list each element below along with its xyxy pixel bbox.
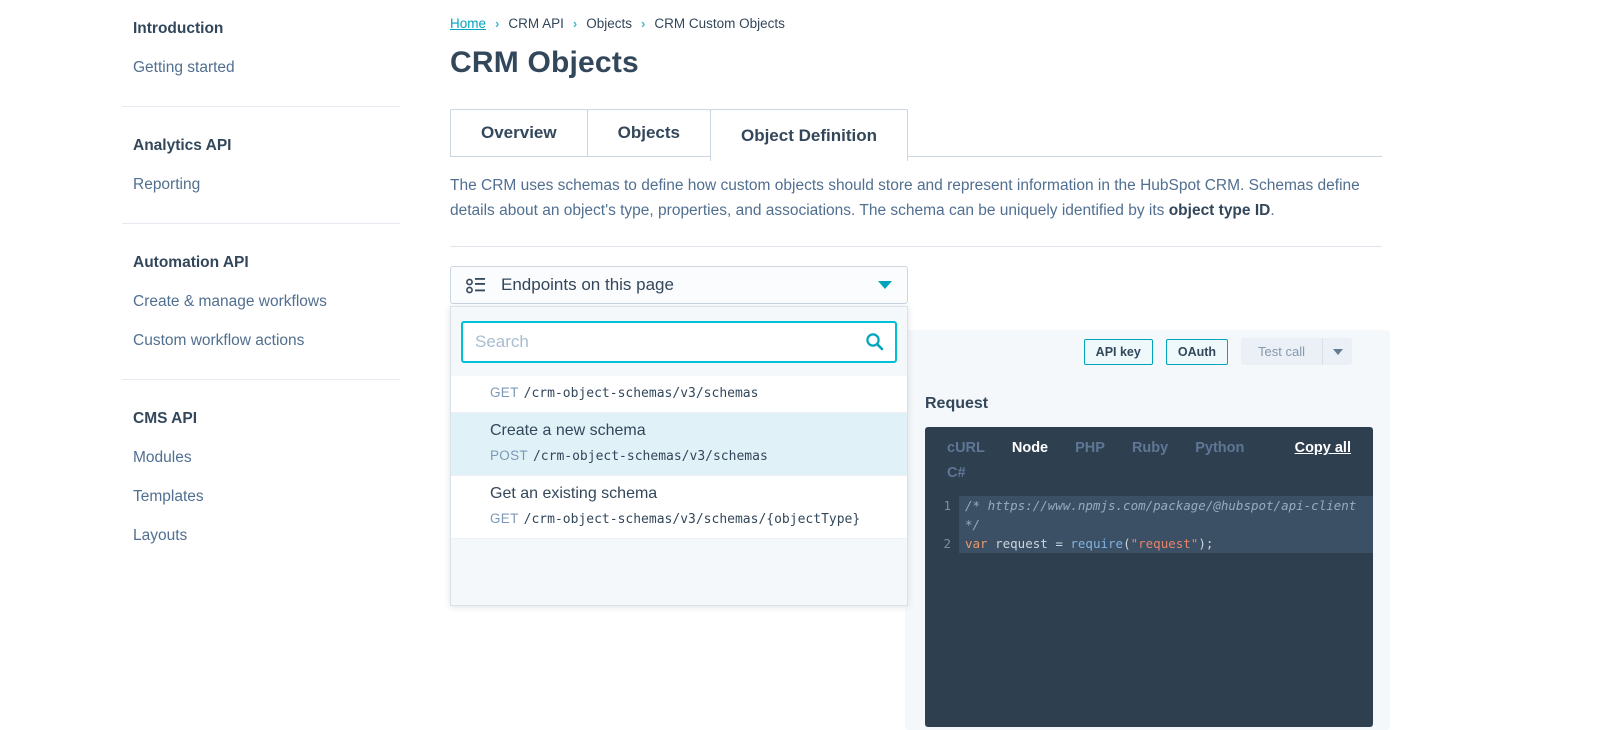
intro-paragraph: The CRM uses schemas to define how custo… xyxy=(450,174,1382,223)
endpoints-list: GET/crm-object-schemas/v3/schemas Create … xyxy=(451,376,907,539)
code-tab-ruby[interactable]: Ruby xyxy=(1132,440,1168,456)
code-lines: 1 /* https://www.npmjs.com/package/@hubsp… xyxy=(925,496,1373,553)
tab-objects[interactable]: Objects xyxy=(586,109,711,156)
tab-object-definition[interactable]: Object Definition xyxy=(709,109,908,161)
endpoints-list-icon xyxy=(466,277,485,293)
request-heading: Request xyxy=(925,395,989,412)
endpoint-list-item[interactable]: Create a new schema POST/crm-object-schem… xyxy=(451,413,907,476)
sidebar-item-getting-started[interactable]: Getting started xyxy=(133,48,430,87)
sidebar-item-reporting[interactable]: Reporting xyxy=(133,165,430,204)
tab-overview[interactable]: Overview xyxy=(450,109,588,156)
sidebar-divider-row xyxy=(122,360,430,399)
copy-all-link[interactable]: Copy all xyxy=(1295,440,1351,456)
code-tab-python[interactable]: Python xyxy=(1195,440,1244,456)
endpoint-signature: POST/crm-object-schemas/v3/schemas xyxy=(490,448,891,464)
endpoint-list-item[interactable]: Get an existing schema GET/crm-object-sch… xyxy=(451,476,907,539)
code-line: 1 /* https://www.npmjs.com/package/@hubsp… xyxy=(925,496,1373,534)
test-call-caret-button[interactable] xyxy=(1322,338,1352,365)
endpoint-path: /crm-object-schemas/v3/schemas xyxy=(532,449,768,464)
chevron-down-icon xyxy=(1332,348,1343,355)
sidebar-section-heading-introduction: Introduction xyxy=(133,19,224,37)
code-block: cURL Node PHP Ruby Python Copy all C# 1 /* http… xyxy=(925,427,1373,727)
breadcrumb: Home › CRM API › Objects › CRM Custom Objects xyxy=(450,0,1382,31)
chevron-down-icon xyxy=(878,281,892,289)
endpoint-method: POST xyxy=(490,448,528,463)
sidebar-item-create-manage-workflows[interactable]: Create & manage workflows xyxy=(133,282,430,321)
test-call-split-button: Test call xyxy=(1241,338,1352,365)
endpoints-dropdown: Endpoints on this page GET/crm-object-sc… xyxy=(450,266,908,606)
sidebar-divider xyxy=(122,223,400,224)
sidebar-divider xyxy=(122,106,400,107)
endpoints-panel: GET/crm-object-schemas/v3/schemasCreate … xyxy=(450,306,908,606)
sidebar-section-heading-cms-api: CMS API xyxy=(133,409,198,427)
breadcrumb-item-objects: Objects xyxy=(586,16,632,31)
auth-button-oauth[interactable]: OAuth xyxy=(1165,338,1229,365)
sidebar-divider-row xyxy=(122,87,430,126)
tab-bar: Overview Objects Object Definition xyxy=(450,109,1382,161)
sidebar-item-layouts[interactable]: Layouts xyxy=(133,516,430,555)
search-icon xyxy=(866,333,884,351)
breadcrumb-item-crm-custom-objects: CRM Custom Objects xyxy=(654,16,785,31)
breadcrumb-separator: › xyxy=(495,16,500,31)
code-tab-curl[interactable]: cURL xyxy=(947,440,985,456)
code-tab-c[interactable]: C# xyxy=(947,465,966,481)
example-panel: API key OAuth Test call Request cURL Node P… xyxy=(905,330,1390,730)
intro-after: . xyxy=(1270,201,1275,219)
auth-button-api-key[interactable]: API key xyxy=(1083,338,1153,365)
section-divider xyxy=(450,246,1382,247)
sidebar-divider xyxy=(122,379,400,380)
auth-buttons-row: API key OAuth Test call xyxy=(905,330,1390,365)
endpoints-toggle-button[interactable]: Endpoints on this page xyxy=(450,266,908,304)
endpoint-signature: GET/crm-object-schemas/v3/schemas/{objec… xyxy=(490,511,891,527)
breadcrumb-item-crm-api: CRM API xyxy=(508,16,564,31)
sidebar-divider-row xyxy=(122,204,430,243)
code-text: /* https://www.npmjs.com/package/@hubspo… xyxy=(959,496,1373,534)
sidebar-item-templates[interactable]: Templates xyxy=(133,477,430,516)
main-content: Home › CRM API › Objects › CRM Custom Objects … xyxy=(450,0,1382,606)
breadcrumb-separator: › xyxy=(641,16,646,31)
test-call-button[interactable]: Test call xyxy=(1241,338,1322,365)
code-tab-node[interactable]: Node xyxy=(1012,440,1048,456)
endpoint-path: /crm-object-schemas/v3/schemas/{objectTy… xyxy=(523,512,861,527)
sidebar-item-modules[interactable]: Modules xyxy=(133,438,430,477)
endpoint-method: GET xyxy=(490,511,519,526)
endpoint-signature: GET/crm-object-schemas/v3/schemas xyxy=(490,385,891,401)
endpoint-method: GET xyxy=(490,385,519,400)
sidebar-item-custom-workflow-actions[interactable]: Custom workflow actions xyxy=(133,321,430,360)
intro-bold-term: object type ID xyxy=(1168,201,1271,219)
sidebar-section-heading-automation-api: Automation API xyxy=(133,253,249,271)
code-token: /* https://www.npmjs.com/package/@hubspo… xyxy=(965,498,1364,532)
sidebar-section-heading-analytics-api: Analytics API xyxy=(133,136,232,154)
endpoints-search-input[interactable] xyxy=(461,321,897,363)
sidebar: Introduction Getting started Analytics API… xyxy=(0,0,430,555)
line-number: 1 xyxy=(943,498,951,513)
page-title: CRM Objects xyxy=(450,46,639,79)
endpoint-list-item[interactable]: GET/crm-object-schemas/v3/schemas xyxy=(451,376,907,413)
breadcrumb-item-home[interactable]: Home xyxy=(450,16,486,31)
endpoint-title: Create a new schema xyxy=(490,422,646,439)
endpoint-title: Get an existing schema xyxy=(490,485,658,502)
endpoints-toggle-label: Endpoints on this page xyxy=(501,275,674,294)
code-tab-php[interactable]: PHP xyxy=(1075,440,1105,456)
breadcrumb-separator: › xyxy=(572,16,578,31)
code-language-tabs: cURL Node PHP Ruby Python Copy all C# xyxy=(925,440,1373,481)
endpoint-path: /crm-object-schemas/v3/schemas xyxy=(523,386,759,401)
